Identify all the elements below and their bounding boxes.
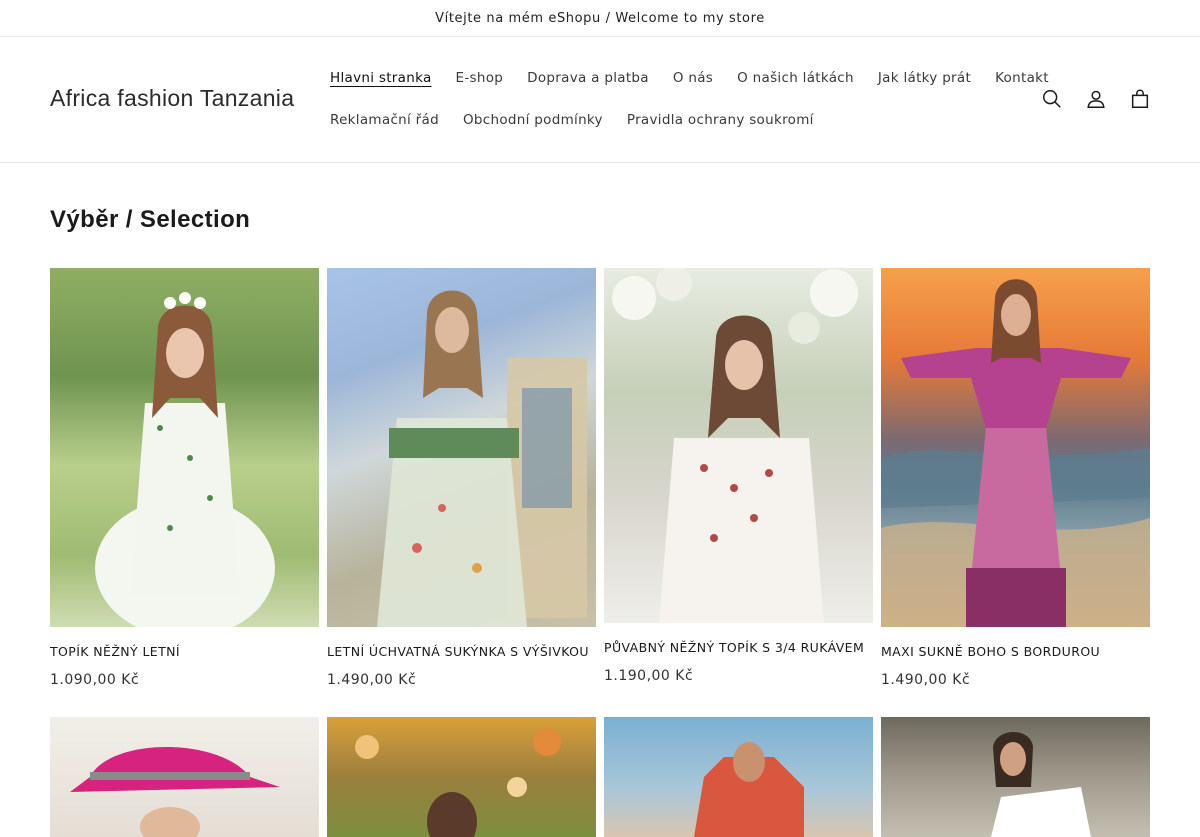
product-price: 1.190,00 Kč — [604, 668, 694, 685]
product-title[interactable]: MAXI SUKNĚ BOHO S BORDUROU — [881, 644, 1150, 660]
nav-item-jak-latky-prat[interactable]: Jak látky prát — [866, 57, 983, 99]
product-title[interactable]: LETNÍ ÚCHVATNÁ SUKÝNKA S VÝŠIVKOU — [327, 644, 596, 660]
product-image[interactable] — [881, 268, 1150, 627]
product-image[interactable] — [604, 717, 873, 837]
announcement-text: Vítejte na mém eShopu / Welcome to my st… — [435, 10, 765, 26]
product-card[interactable]: PŮVABNÝ NĚŽNÝ TOPÍK S 3/4 RUKÁVEM 1.190,… — [604, 268, 873, 688]
main-navigation: Hlavni stranka E-shop Doprava a platba O… — [318, 57, 1049, 141]
nav-item-e-shop[interactable]: E-shop — [444, 57, 516, 99]
store-logo[interactable]: Africa fashion Tanzania — [50, 85, 294, 112]
account-button[interactable] — [1074, 77, 1118, 121]
product-card[interactable]: TOPÍK NĚŽNÝ LETNÍ 1.090,00 Kč — [50, 268, 319, 688]
product-card[interactable]: MAXI SUKNĚ BOHO S BORDUROU 1.490,00 Kč — [881, 268, 1150, 688]
product-image[interactable] — [50, 717, 319, 837]
nav-item-obchodni-podminky[interactable]: Obchodní podmínky — [451, 99, 615, 141]
nav-item-o-nas[interactable]: O nás — [661, 57, 725, 99]
product-title[interactable]: PŮVABNÝ NĚŽNÝ TOPÍK S 3/4 RUKÁVEM — [604, 640, 873, 656]
product-price: 1.490,00 Kč — [881, 672, 971, 689]
cart-icon — [1131, 89, 1149, 108]
nav-item-hlavni-stranka[interactable]: Hlavni stranka — [318, 57, 444, 99]
nav-item-pravidla-soukromi[interactable]: Pravidla ochrany soukromí — [615, 99, 826, 141]
search-button[interactable] — [1030, 77, 1074, 121]
account-icon — [1087, 90, 1105, 108]
product-image[interactable] — [327, 717, 596, 837]
section-title: Výběr / Selection — [50, 206, 251, 233]
product-grid: TOPÍK NĚŽNÝ LETNÍ 1.090,00 Kč LETNÍ ÚCHV… — [50, 268, 1150, 688]
announcement-bar: Vítejte na mém eShopu / Welcome to my st… — [0, 0, 1200, 37]
product-card[interactable] — [881, 717, 1150, 837]
product-card[interactable] — [50, 717, 319, 837]
nav-item-o-latkach[interactable]: O našich látkách — [725, 57, 866, 99]
product-card[interactable] — [604, 717, 873, 837]
product-price: 1.090,00 Kč — [50, 672, 140, 689]
product-title[interactable]: TOPÍK NĚŽNÝ LETNÍ — [50, 644, 319, 660]
product-price: 1.490,00 Kč — [327, 672, 417, 689]
product-image[interactable] — [881, 717, 1150, 837]
product-card[interactable]: LETNÍ ÚCHVATNÁ SUKÝNKA S VÝŠIVKOU 1.490,… — [327, 268, 596, 688]
header-icons — [1030, 77, 1162, 121]
search-icon — [1043, 90, 1061, 108]
nav-item-reklamacni-rad[interactable]: Reklamační řád — [318, 99, 451, 141]
cart-button[interactable] — [1118, 77, 1162, 121]
product-image[interactable] — [50, 268, 319, 627]
product-card[interactable] — [327, 717, 596, 837]
nav-item-doprava[interactable]: Doprava a platba — [515, 57, 661, 99]
product-image[interactable] — [327, 268, 596, 627]
product-image[interactable] — [604, 268, 873, 623]
site-header: Africa fashion Tanzania Hlavni stranka E… — [0, 37, 1200, 163]
product-grid-row-2 — [50, 717, 1150, 837]
